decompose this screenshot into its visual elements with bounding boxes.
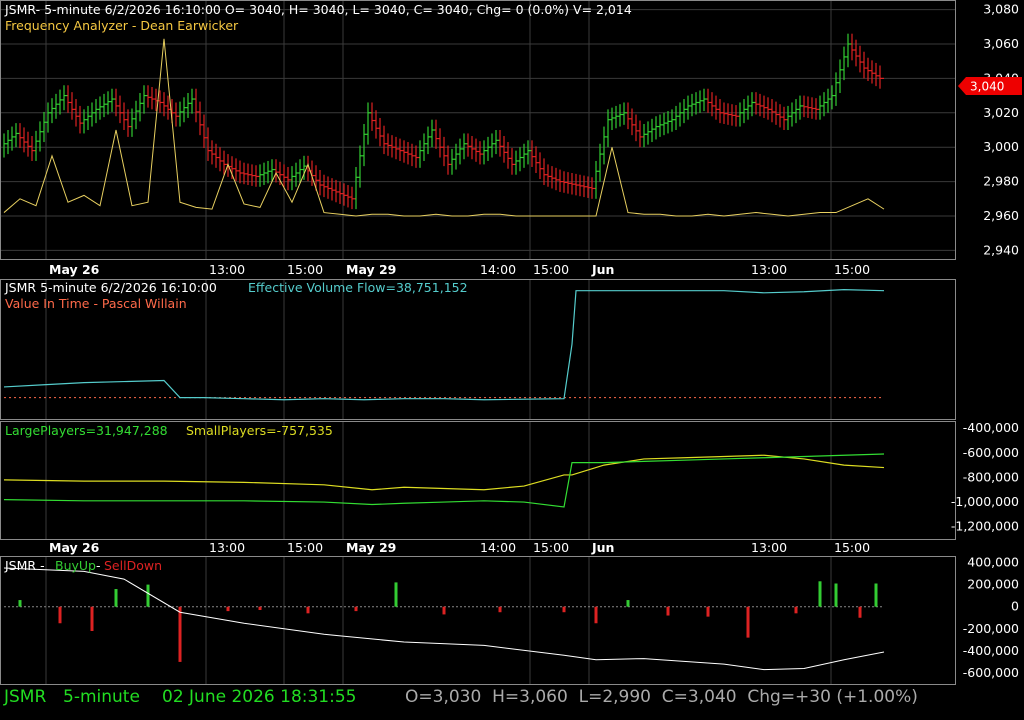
- buysell-bar: [626, 600, 630, 607]
- x-axis-tick-label: May 29: [346, 540, 396, 555]
- players-tick-label: -800,000: [963, 469, 1019, 484]
- buysell-tick-label: 0: [1011, 599, 1019, 614]
- effective-volume-flow-label: Effective Volume Flow=38,751,152: [248, 280, 468, 295]
- buysell-tick-label: -200,000: [963, 621, 1019, 636]
- buyup-label: BuyUp: [55, 558, 96, 573]
- small-players-label: SmallPlayers=-757,535: [186, 423, 333, 438]
- time-axis-bottom: May 26 13:00 15:00 May 29 14:00 15:00 Jun 13:00…: [49, 540, 870, 555]
- buysell-bar: [306, 606, 310, 614]
- large-players-line: [3, 453, 885, 508]
- price-tick-label: 3,000: [983, 139, 1019, 154]
- buyup-selldown-series: [3, 567, 885, 671]
- buysell-bar: [178, 606, 182, 662]
- x-axis-tick-label: 14:00: [480, 540, 516, 555]
- x-axis-tick-label: May 26: [49, 540, 100, 555]
- price-series: [3, 33, 884, 210]
- buysell-bar: [666, 606, 670, 616]
- price-tick-label: 2,960: [983, 208, 1019, 223]
- buysell-tick-label: 400,000: [967, 555, 1019, 570]
- last-price-label: 3,040: [970, 80, 1004, 94]
- x-axis-tick-label: 15:00: [533, 540, 569, 555]
- price-tick-label: 2,980: [983, 174, 1019, 189]
- price-tick-label: 2,940: [983, 242, 1019, 257]
- selldown-label: SellDown: [104, 558, 162, 573]
- x-axis-tick-label: 13:00: [209, 262, 245, 277]
- time-axis-top: May 26 13:00 15:00 May 29 14:00 15:00 Jun 13:00…: [49, 262, 870, 277]
- buysell-bar: [594, 606, 598, 624]
- buysell-bar: [706, 606, 710, 617]
- players-y-axis: -400,000 -600,000 -800,000 -1,000,000 -1,200…: [951, 420, 1019, 534]
- buysell-y-axis: 400,000 200,000 0 -200,000 -400,000 -600,000: [963, 555, 1019, 680]
- status-symbol: JSMR: [3, 687, 46, 707]
- x-axis-tick-label: 15:00: [287, 540, 323, 555]
- x-axis-tick-label: 15:00: [834, 262, 870, 277]
- buysell-bar: [90, 606, 94, 631]
- price-y-axis: 3,0803,0603,0403,0203,0002,9802,9602,940: [983, 2, 1019, 258]
- x-axis-tick-label: Jun: [591, 540, 614, 555]
- buysell-bar: [746, 606, 750, 638]
- buysell-bar: [834, 583, 838, 607]
- buysell-separator: -: [96, 558, 101, 573]
- players-tick-label: -400,000: [963, 420, 1019, 435]
- buysell-bar: [146, 584, 150, 607]
- price-tick-label: 3,080: [983, 2, 1019, 17]
- buysell-bar: [114, 589, 118, 607]
- x-axis-tick-label: Jun: [591, 262, 614, 277]
- buysell-tick-label: -600,000: [963, 665, 1019, 680]
- buysell-bar: [226, 606, 230, 612]
- status-interval: 5-minute: [63, 687, 140, 707]
- large-players-label: LargePlayers=31,947,288: [5, 423, 168, 438]
- buysell-tick-label: -400,000: [963, 643, 1019, 658]
- x-axis-tick-label: May 26: [49, 262, 100, 277]
- players-tick-label: -1,000,000: [951, 494, 1019, 509]
- x-axis-tick-label: 13:00: [209, 540, 245, 555]
- x-axis-tick-label: 13:00: [751, 540, 787, 555]
- x-axis-tick-label: 15:00: [834, 540, 870, 555]
- x-axis-tick-label: 15:00: [287, 262, 323, 277]
- buysell-bar: [258, 606, 262, 611]
- status-bar: JSMR 5-minute 02 June 2026 18:31:55 O=3,…: [3, 687, 918, 707]
- price-tick-label: 3,020: [983, 105, 1019, 120]
- buysell-bar: [818, 581, 822, 607]
- price-panel-header: JSMR- 5-minute 6/2/2026 16:10:00 O= 3040…: [4, 2, 632, 17]
- buysell-bar: [394, 582, 398, 607]
- buysell-tick-label: 200,000: [967, 577, 1019, 592]
- x-axis-tick-label: 13:00: [751, 262, 787, 277]
- price-tick-label: 3,060: [983, 36, 1019, 51]
- buysell-panel-symbol: JSMR -: [4, 558, 45, 573]
- chart-canvas[interactable]: 3,080 3,060 3,040 3,020 3,000 2,980 2,960 2,940…: [0, 0, 1024, 720]
- x-axis-tick-label: 15:00: [533, 262, 569, 277]
- x-axis-tick-label: May 29: [346, 262, 396, 277]
- players-tick-label: -1,200,000: [951, 519, 1019, 534]
- buysell-bar: [874, 583, 878, 607]
- players-tick-label: -600,000: [963, 445, 1019, 460]
- buysell-bar: [794, 606, 798, 614]
- buysell-bar: [858, 606, 862, 618]
- last-price-marker: 3,040: [958, 77, 1022, 95]
- buysell-bar: [442, 606, 446, 615]
- status-ohlc: O=3,030 H=3,060 L=2,990 C=3,040 Chg=+30 …: [405, 687, 918, 707]
- players-series: [3, 453, 885, 508]
- small-players-line: [3, 454, 885, 491]
- buysell-bar: [18, 600, 22, 607]
- buysell-bar: [58, 606, 62, 624]
- buysell-bar: [354, 606, 358, 612]
- volume-panel-header: JSMR 5-minute 6/2/2026 16:10:00: [4, 280, 217, 295]
- buysell-bar: [562, 606, 566, 613]
- value-in-time-label: Value In Time - Pascal Willain: [5, 296, 187, 311]
- buysell-bar: [498, 606, 502, 613]
- frequency-analyzer-label: Frequency Analyzer - Dean Earwicker: [5, 18, 239, 33]
- status-datetime: 02 June 2026 18:31:55: [162, 687, 356, 707]
- x-axis-tick-label: 14:00: [480, 262, 516, 277]
- cumulative-line: [3, 567, 885, 671]
